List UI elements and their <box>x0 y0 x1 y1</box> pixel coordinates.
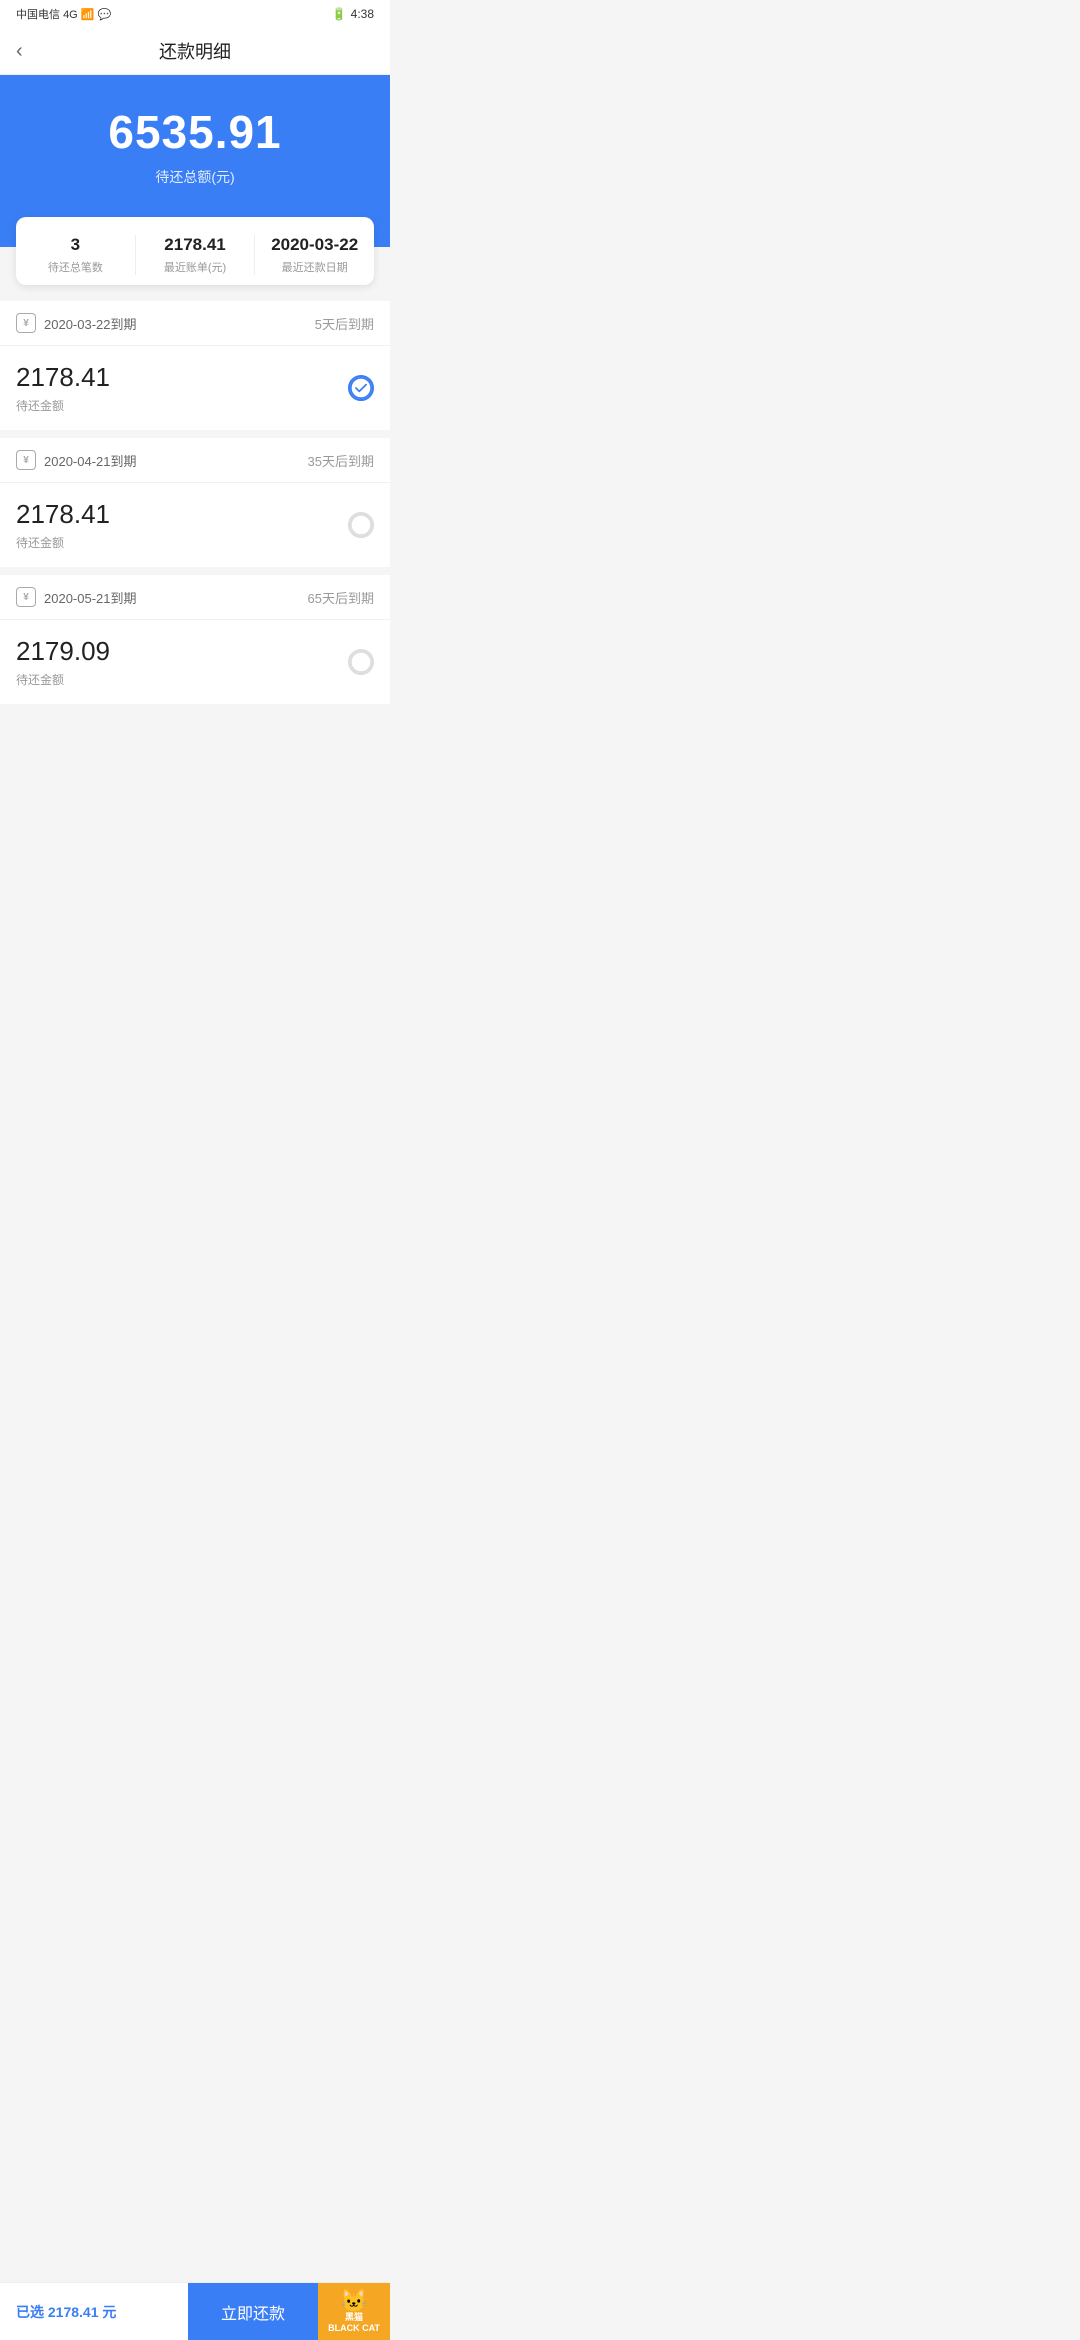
due-days-2: 35天后到期 <box>308 451 374 470</box>
selected-amount-display: 已选 2178.41 元 <box>0 2302 188 2322</box>
payment-radio-3[interactable] <box>348 649 374 675</box>
payment-amount-label-2: 待还金额 <box>16 534 110 551</box>
payment-amount-1: 2178.41 <box>16 362 110 393</box>
page-title: 还款明细 <box>159 38 231 64</box>
payment-header-1: ¥ 2020-03-22到期 5天后到期 <box>0 301 390 346</box>
payment-item-2[interactable]: ¥ 2020-04-21到期 35天后到期 2178.41 待还金额 <box>0 438 390 567</box>
payment-header-3: ¥ 2020-05-21到期 65天后到期 <box>0 575 390 620</box>
summary-recent-date: 2020-03-22 最近还款日期 <box>254 235 374 275</box>
yuan-icon-2: ¥ <box>16 450 36 470</box>
back-button[interactable]: ‹ <box>16 40 23 63</box>
payment-body-2: 2178.41 待还金额 <box>0 483 390 567</box>
status-right: 🔋 4:38 <box>332 7 374 21</box>
summary-total-count: 3 待还总笔数 <box>16 235 135 275</box>
blackcat-label: 黑猫BLACK CAT <box>328 2312 380 2334</box>
summary-card: 3 待还总笔数 2178.41 最近账单(元) 2020-03-22 最近还款日… <box>16 217 374 285</box>
payment-radio-1[interactable] <box>348 375 374 401</box>
status-bar: 中国电信 4G 📶 💬 🔋 4:38 <box>0 0 390 28</box>
total-amount: 6535.91 <box>20 105 370 159</box>
bottom-bar: 已选 2178.41 元 立即还款 🐱 黑猫BLACK CAT <box>0 2282 390 2340</box>
payment-body-3: 2179.09 待还金额 <box>0 620 390 704</box>
total-count-value: 3 <box>16 235 135 255</box>
payment-amount-label-1: 待还金额 <box>16 397 110 414</box>
blackcat-widget[interactable]: 🐱 黑猫BLACK CAT <box>318 2283 390 2340</box>
selected-amount-value: 2178.41 <box>48 2304 99 2320</box>
recent-bill-label: 最近账单(元) <box>136 259 255 275</box>
recent-bill-value: 2178.41 <box>136 235 255 255</box>
recent-date-value: 2020-03-22 <box>255 235 374 255</box>
payment-date-2: ¥ 2020-04-21到期 <box>16 450 137 470</box>
payment-amount-label-3: 待还金额 <box>16 671 110 688</box>
payment-date-1: ¥ 2020-03-22到期 <box>16 313 137 333</box>
total-amount-label: 待还总额(元) <box>20 167 370 187</box>
payment-amount-2: 2178.41 <box>16 499 110 530</box>
due-days-3: 65天后到期 <box>308 588 374 607</box>
summary-recent-bill: 2178.41 最近账单(元) <box>135 235 255 275</box>
yuan-icon-3: ¥ <box>16 587 36 607</box>
blackcat-icon: 🐱 <box>340 2290 367 2312</box>
carrier-signal: 中国电信 4G 📶 💬 <box>16 6 111 22</box>
payment-radio-2[interactable] <box>348 512 374 538</box>
payment-body-1: 2178.41 待还金额 <box>0 346 390 430</box>
payment-amount-3: 2179.09 <box>16 636 110 667</box>
recent-date-label: 最近还款日期 <box>255 259 374 275</box>
due-days-1: 5天后到期 <box>315 314 374 333</box>
payment-item-1[interactable]: ¥ 2020-03-22到期 5天后到期 2178.41 待还金额 <box>0 301 390 430</box>
payment-list: ¥ 2020-03-22到期 5天后到期 2178.41 待还金额 ¥ 2020… <box>0 301 390 704</box>
header: ‹ 还款明细 <box>0 28 390 75</box>
payment-date-3: ¥ 2020-05-21到期 <box>16 587 137 607</box>
payment-header-2: ¥ 2020-04-21到期 35天后到期 <box>0 438 390 483</box>
payment-item-3[interactable]: ¥ 2020-05-21到期 65天后到期 2179.09 待还金额 <box>0 575 390 704</box>
yuan-icon-1: ¥ <box>16 313 36 333</box>
total-count-label: 待还总笔数 <box>16 259 135 275</box>
pay-now-button[interactable]: 立即还款 <box>188 2283 318 2340</box>
